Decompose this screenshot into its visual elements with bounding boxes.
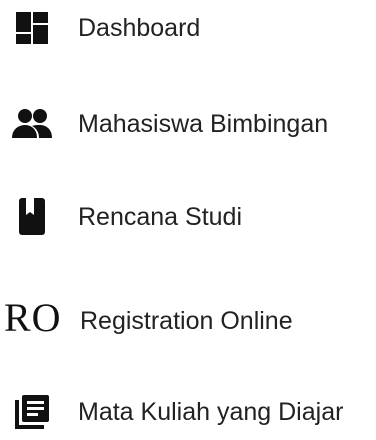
people-icon [8,100,56,148]
dashboard-icon [8,4,56,52]
registration-online-icon: RO [4,295,62,340]
sidebar-item-label: Dashboard [78,14,201,42]
book-icon [8,193,56,241]
sidebar-item-mahasiswa-bimbingan[interactable]: Mahasiswa Bimbingan [0,96,376,152]
library-books-icon [8,388,56,436]
sidebar-menu: Dashboard Mahasiswa Bimbingan Rencana St… [0,0,376,432]
sidebar-item-label: Registration Online [80,307,293,335]
sidebar-item-label: Mata Kuliah yang Diajar [78,398,344,426]
sidebar-item-label: Mahasiswa Bimbingan [78,110,329,138]
sidebar-item-registration-online[interactable]: RO Registration Online [0,292,376,348]
sidebar-item-rencana-studi[interactable]: Rencana Studi [0,189,376,245]
sidebar-item-label: Rencana Studi [78,203,243,231]
sidebar-item-dashboard[interactable]: Dashboard [0,0,376,56]
